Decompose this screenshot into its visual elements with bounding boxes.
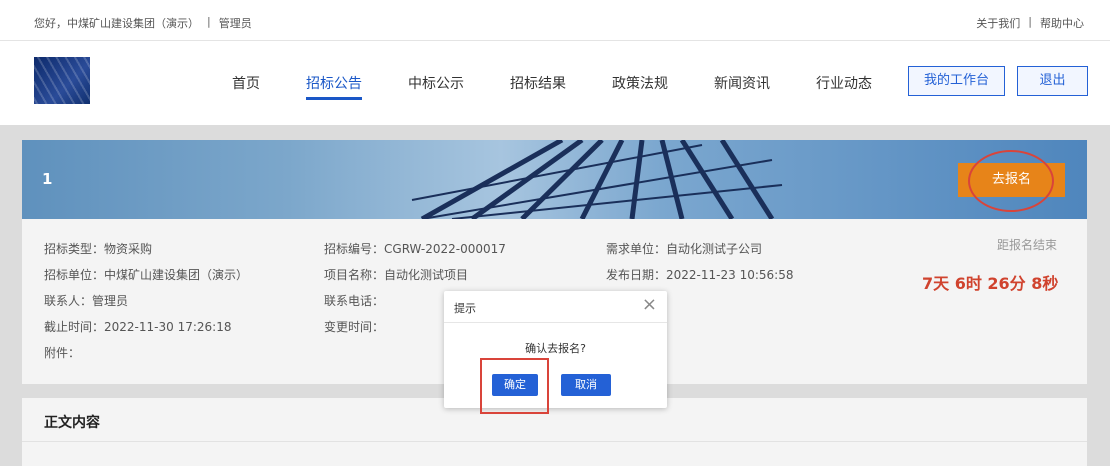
tender-banner: 1 去报名 xyxy=(22,140,1087,219)
info-row: 招标编号：CGRW-2022-000017 xyxy=(324,242,506,256)
nav-home[interactable]: 首页 xyxy=(232,73,260,93)
dialog-message: 确认去报名? xyxy=(525,342,586,355)
countdown-timer: 7天 6时 26分 8秒 xyxy=(922,274,1059,293)
info-row: 招标单位：中煤矿山建设集团（演示） xyxy=(44,268,249,282)
close-icon[interactable]: × xyxy=(642,296,657,314)
header: 首页 招标公告 中标公示 招标结果 政策法规 新闻资讯 行业动态 我的工作台 退… xyxy=(0,40,1110,125)
separator: | xyxy=(207,15,211,28)
logo[interactable] xyxy=(34,57,90,104)
user-greeting: 您好，中煤矿山建设集团（演示） | 管理员 xyxy=(34,15,252,31)
nav-award-publicity[interactable]: 中标公示 xyxy=(408,73,464,93)
nav-news[interactable]: 新闻资讯 xyxy=(714,73,770,93)
nav-tender-notice[interactable]: 招标公告 xyxy=(306,73,362,100)
workspace-button[interactable]: 我的工作台 xyxy=(908,66,1005,96)
info-row: 截止时间：2022-11-30 17:26:18 xyxy=(44,320,232,334)
logout-button[interactable]: 退出 xyxy=(1017,66,1088,96)
help-link[interactable]: 帮助中心 xyxy=(1040,15,1084,31)
about-link[interactable]: 关于我们 xyxy=(976,15,1020,31)
info-column-3: 需求单位：自动化测试子公司 发布日期：2022-11-23 10:56:58 xyxy=(606,236,793,288)
info-row: 招标类型：物资采购 xyxy=(44,242,153,256)
separator: | xyxy=(1028,15,1032,28)
divider xyxy=(22,441,1087,442)
banner-building-image xyxy=(411,140,783,219)
tender-title: 1 xyxy=(42,170,53,188)
dialog-title: 提示 xyxy=(454,302,476,315)
greeting-text: 您好，中煤矿山建设集团（演示） xyxy=(34,17,199,30)
annotation-circle xyxy=(968,150,1054,212)
nav-policies[interactable]: 政策法规 xyxy=(612,73,668,93)
nav-industry[interactable]: 行业动态 xyxy=(816,73,872,93)
section-title: 正文内容 xyxy=(44,415,100,431)
countdown-label: 距报名结束 xyxy=(997,238,1058,252)
main-nav: 首页 招标公告 中标公示 招标结果 政策法规 新闻资讯 行业动态 xyxy=(232,73,918,100)
info-row: 项目名称：自动化测试项目 xyxy=(324,268,469,282)
info-row: 附件： xyxy=(44,346,81,360)
user-role: 管理员 xyxy=(218,17,252,30)
nav-tender-results[interactable]: 招标结果 xyxy=(510,73,566,93)
info-row: 需求单位：自动化测试子公司 xyxy=(606,242,763,256)
top-links: 关于我们 | 帮助中心 xyxy=(976,15,1084,31)
cancel-button[interactable]: 取消 xyxy=(561,374,611,396)
dialog-header: 提示 × xyxy=(444,291,667,323)
confirm-dialog: 提示 × 确认去报名? 确定 取消 xyxy=(444,291,667,408)
content-section: 正文内容 xyxy=(22,398,1087,466)
info-row: 发布日期：2022-11-23 10:56:58 xyxy=(606,268,794,282)
annotation-box xyxy=(480,358,549,414)
info-column-1: 招标类型：物资采购 招标单位：中煤矿山建设集团（演示） 联系人：管理员 截止时间… xyxy=(44,236,248,366)
info-row: 联系人：管理员 xyxy=(44,294,129,308)
